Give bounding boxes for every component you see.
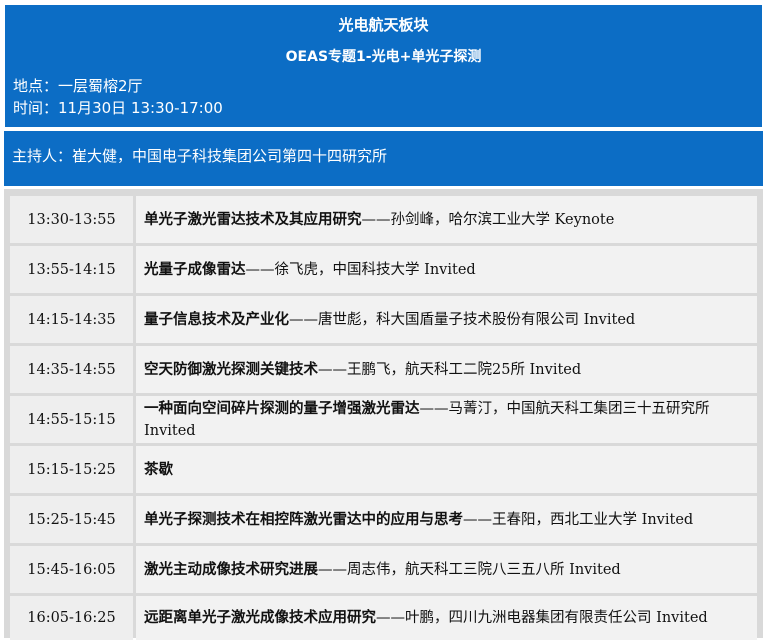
session-location: 地点：一层蜀榕2厅 [13, 77, 143, 95]
schedule-row: 15:45-16:05 激光主动成像技术研究进展——周志伟，航天科工三院八三五八… [10, 546, 757, 593]
talk-title: 空天防御激光探测关键技术 [144, 360, 318, 378]
row-talk: 激光主动成像技术研究进展——周志伟，航天科工三院八三五八所 Invited [136, 546, 757, 593]
talk-speaker: ——周志伟，航天科工三院八三五八所 Invited [318, 561, 621, 578]
schedule-row: 14:55-15:15 一种面向空间碎片探测的量子增强激光雷达——马菁汀，中国航… [10, 396, 757, 443]
talk-title: 激光主动成像技术研究进展 [144, 560, 318, 578]
row-talk: 远距离单光子激光成像技术应用研究——叶鹏，四川九洲电器集团有限责任公司 Invi… [136, 596, 757, 640]
schedule-table: 13:30-13:55 单光子激光雷达技术及其应用研究——孙剑峰，哈尔滨工业大学… [4, 189, 763, 640]
schedule-row: 13:30-13:55 单光子激光雷达技术及其应用研究——孙剑峰，哈尔滨工业大学… [10, 196, 757, 243]
session-header: 光电航天板块 OEAS专题1-光电+单光子探测 地点：一层蜀榕2厅 时间：11月… [4, 4, 763, 128]
row-talk: 空天防御激光探测关键技术——王鹏飞，航天科工二院25所 Invited [136, 346, 757, 393]
talk-title: 一种面向空间碎片探测的量子增强激光雷达 [144, 399, 420, 417]
talk-title: 远距离单光子激光成像技术应用研究 [144, 609, 376, 626]
talk-speaker: ——徐飞虎，中国科技大学 Invited [245, 261, 476, 278]
row-time: 16:05-16:25 [10, 596, 133, 640]
talk-title: 量子信息技术及产业化 [144, 310, 289, 328]
row-time: 13:30-13:55 [10, 196, 133, 243]
talk-title: 单光子激光雷达技术及其应用研究 [144, 210, 362, 228]
schedule-row: 14:35-14:55 空天防御激光探测关键技术——王鹏飞，航天科工二院25所 … [10, 346, 757, 393]
row-time: 15:15-15:25 [10, 446, 133, 493]
session-host: 主持人：崔大健，中国电子科技集团公司第四十四研究所 [4, 131, 763, 186]
talk-speaker: ——王春阳，西北工业大学 Invited [463, 511, 694, 528]
talk-title: 光量子成像雷达 [144, 260, 246, 278]
session-subtitle: OEAS专题1-光电+单光子探测 [285, 49, 482, 65]
row-talk: 单光子激光雷达技术及其应用研究——孙剑峰，哈尔滨工业大学 Keynote [136, 196, 757, 243]
row-time: 13:55-14:15 [10, 246, 133, 293]
talk-title: 单光子探测技术在相控阵激光雷达中的应用与思考 [144, 510, 463, 528]
row-time: 15:45-16:05 [10, 546, 133, 593]
talk-speaker: ——叶鹏，四川九洲电器集团有限责任公司 Invited [376, 610, 708, 626]
schedule-row: 15:25-15:45 单光子探测技术在相控阵激光雷达中的应用与思考——王春阳，… [10, 496, 757, 543]
row-time: 14:55-15:15 [10, 396, 133, 443]
session-title: 光电航天板块 [338, 16, 429, 34]
row-talk: 茶歇 [136, 446, 757, 493]
schedule-row: 14:15-14:35 量子信息技术及产业化——唐世彪，科大国盾量子技术股份有限… [10, 296, 757, 343]
schedule-row: 16:05-16:25 远距离单光子激光成像技术应用研究——叶鹏，四川九洲电器集… [10, 596, 757, 640]
row-time: 14:15-14:35 [10, 296, 133, 343]
row-time: 15:25-15:45 [10, 496, 133, 543]
row-talk: 量子信息技术及产业化——唐世彪，科大国盾量子技术股份有限公司 Invited [136, 296, 757, 343]
row-talk: 单光子探测技术在相控阵激光雷达中的应用与思考——王春阳，西北工业大学 Invit… [136, 496, 757, 543]
talk-title: 茶歇 [144, 460, 173, 478]
schedule-row: 15:15-15:25 茶歇 [10, 446, 757, 493]
schedule-row: 13:55-14:15 光量子成像雷达——徐飞虎，中国科技大学 Invited [10, 246, 757, 293]
row-talk: 一种面向空间碎片探测的量子增强激光雷达——马菁汀，中国航天科工集团三十五研究所 … [136, 396, 757, 443]
row-time: 14:35-14:55 [10, 346, 133, 393]
session-panel: 光电航天板块 OEAS专题1-光电+单光子探测 地点：一层蜀榕2厅 时间：11月… [4, 4, 763, 640]
talk-speaker: ——王鹏飞，航天科工二院25所 Invited [318, 361, 582, 378]
row-talk: 光量子成像雷达——徐飞虎，中国科技大学 Invited [136, 246, 757, 293]
talk-speaker: ——孙剑峰，哈尔滨工业大学 Keynote [361, 211, 615, 228]
session-time: 时间：11月30日 13:30-17:00 [13, 99, 223, 117]
talk-speaker: ——唐世彪，科大国盾量子技术股份有限公司 Invited [289, 311, 636, 328]
